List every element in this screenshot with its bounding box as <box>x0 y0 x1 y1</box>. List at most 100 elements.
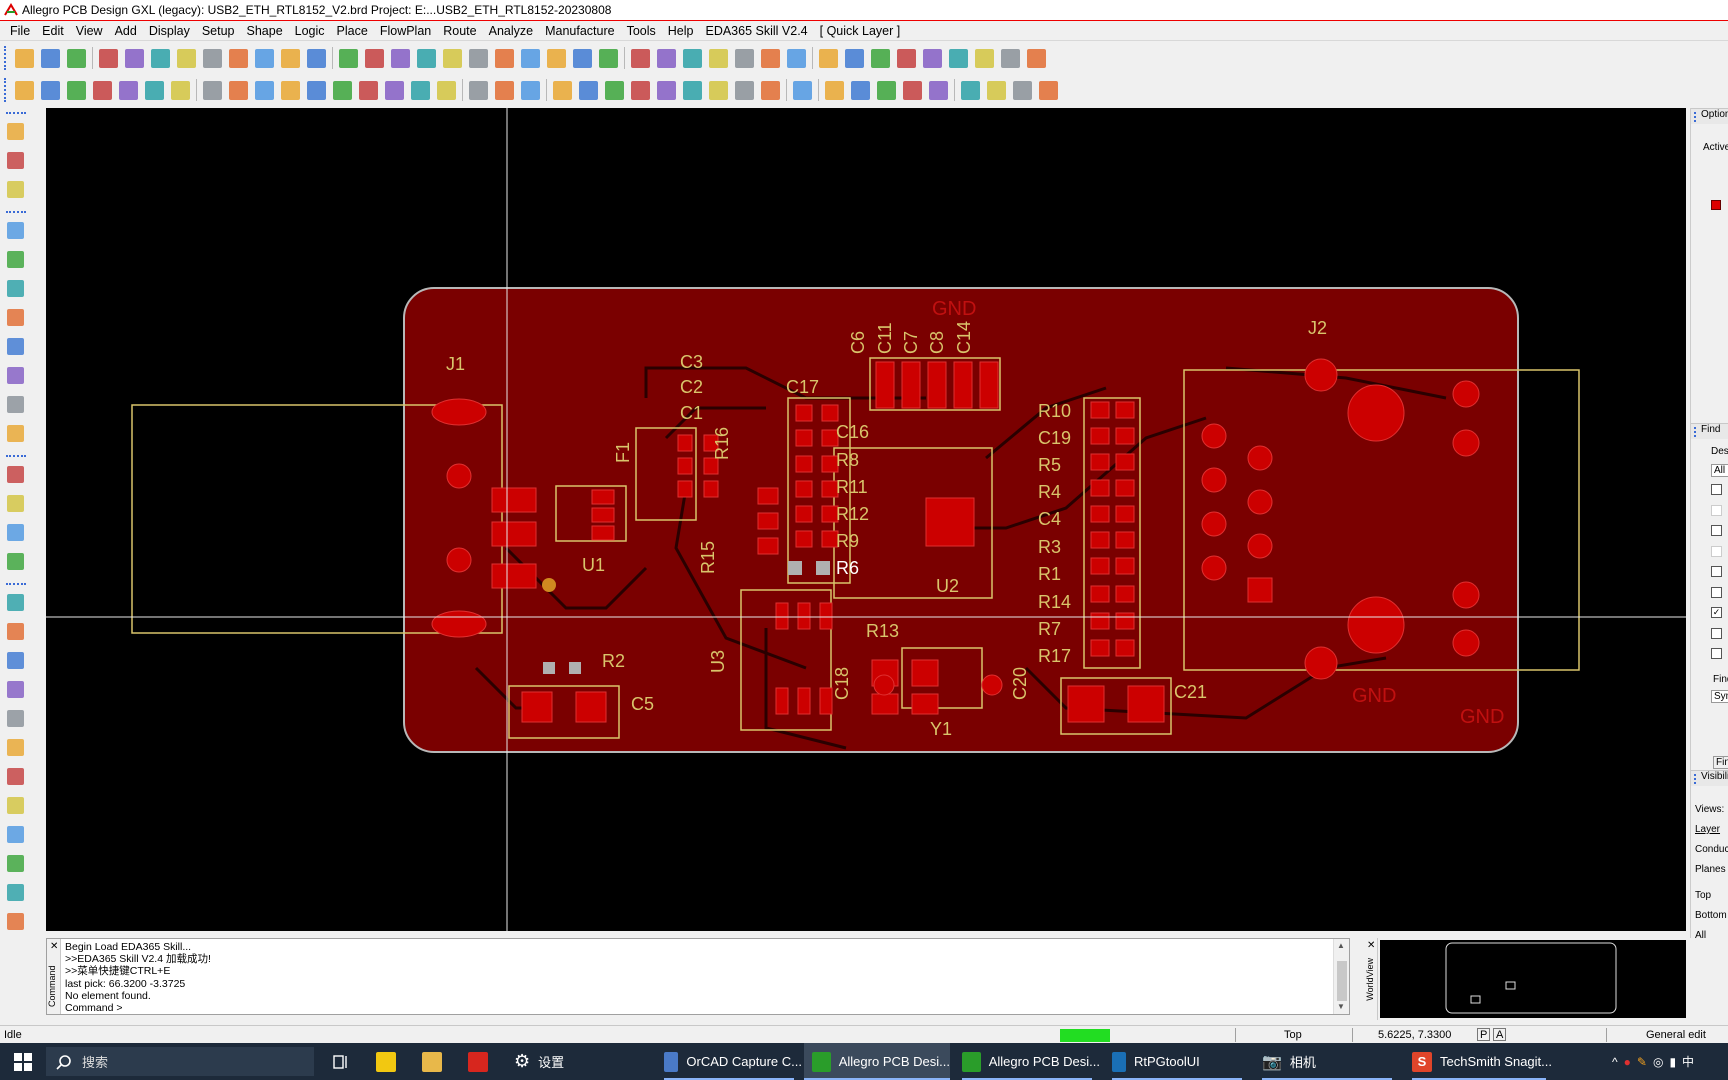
refdes-c4[interactable]: C4 <box>1038 509 1061 529</box>
worldview-map[interactable] <box>1380 940 1686 1018</box>
key-icon[interactable]: ✎ <box>1637 1055 1647 1069</box>
layer-sel-button[interactable] <box>167 77 193 103</box>
stack-button[interactable] <box>433 77 459 103</box>
find-checkbox-6[interactable] <box>1711 587 1722 598</box>
layer-sel-button[interactable] <box>11 77 37 103</box>
route4-button[interactable] <box>4 306 26 328</box>
menu-item-place[interactable]: Place <box>331 24 374 38</box>
zoom-world-button[interactable] <box>491 45 517 71</box>
zoom-in-button[interactable] <box>413 45 439 71</box>
net8-button[interactable] <box>4 794 26 816</box>
refdes-r7[interactable]: R7 <box>1038 619 1061 639</box>
sun-button[interactable] <box>919 45 945 71</box>
route7-button[interactable] <box>4 393 26 415</box>
refdes-r11[interactable]: R11 <box>836 477 868 497</box>
refdes-r6[interactable]: R6 <box>836 558 859 578</box>
find-checkbox-3[interactable] <box>1711 525 1722 536</box>
microphone-icon[interactable]: ▮ <box>1669 1055 1676 1069</box>
doc3-button[interactable] <box>873 77 899 103</box>
refdes-c16[interactable]: C16 <box>836 422 869 442</box>
net11-button[interactable] <box>4 881 26 903</box>
show-button[interactable] <box>783 45 809 71</box>
shape-edit-button[interactable] <box>303 77 329 103</box>
rect-button[interactable] <box>4 492 26 514</box>
number-button[interactable] <box>867 45 893 71</box>
refdes-c7[interactable]: C7 <box>901 331 921 354</box>
net4-button[interactable] <box>4 678 26 700</box>
zoom-fit-button[interactable] <box>387 45 413 71</box>
refdes-j2[interactable]: J2 <box>1308 318 1327 338</box>
layer-sel-button[interactable] <box>115 77 141 103</box>
sym-button[interactable] <box>4 178 26 200</box>
book-button[interactable] <box>575 77 601 103</box>
refdes-r9[interactable]: R9 <box>836 531 859 551</box>
move-button[interactable] <box>95 45 121 71</box>
menu-item-tools[interactable]: Tools <box>621 24 662 38</box>
down-button[interactable] <box>251 45 277 71</box>
color-button[interactable] <box>653 45 679 71</box>
menu-item-quick-layer[interactable]: [ Quick Layer ] <box>814 24 907 38</box>
swap-button[interactable] <box>653 77 679 103</box>
refdes-c5[interactable]: C5 <box>631 694 654 714</box>
undo-button[interactable] <box>173 45 199 71</box>
find-button[interactable]: Find <box>1713 756 1728 769</box>
route8-button[interactable] <box>4 422 26 444</box>
delete-button[interactable] <box>147 45 173 71</box>
taskbar-item-allegro-1[interactable]: Allegro PCB Desi... <box>804 1043 950 1080</box>
refdes-gnd[interactable]: GND <box>1352 685 1396 707</box>
close-icon[interactable]: ✕ <box>1367 940 1375 951</box>
window2-button[interactable] <box>983 77 1009 103</box>
text-add-button[interactable] <box>4 521 26 543</box>
refdes-u1[interactable]: U1 <box>582 555 605 575</box>
layer-button[interactable] <box>705 45 731 71</box>
menu-item-route[interactable]: Route <box>437 24 482 38</box>
command-scrollbar[interactable]: ▲ ▼ <box>1333 939 1349 1014</box>
find-all-button[interactable]: All <box>1711 464 1728 477</box>
flag-button[interactable] <box>679 77 705 103</box>
net12-button[interactable] <box>4 910 26 932</box>
refdes-c18[interactable]: C18 <box>832 667 852 700</box>
circle-button[interactable] <box>251 77 277 103</box>
net9-button[interactable] <box>4 823 26 845</box>
menu-item-edit[interactable]: Edit <box>36 24 70 38</box>
menu-item-add[interactable]: Add <box>109 24 143 38</box>
text-button[interactable] <box>549 77 575 103</box>
route6-button[interactable] <box>4 364 26 386</box>
start-button[interactable] <box>0 1043 46 1080</box>
layer-sel-button[interactable] <box>141 77 167 103</box>
menu-item-help[interactable]: Help <box>662 24 700 38</box>
refdes-r1[interactable]: R1 <box>1038 564 1061 584</box>
wave-button[interactable] <box>789 77 815 103</box>
antivirus-icon[interactable]: ● <box>1624 1055 1631 1069</box>
pcb-canvas[interactable]: J1 J2 C3 C2 C1 R16 F1 C17 C16 R8 R11 R12 R9 R6 R15 U1 U2… <box>46 108 1686 931</box>
refdes-r8[interactable]: R8 <box>836 450 859 470</box>
hourglass-button[interactable] <box>997 45 1023 71</box>
net-button[interactable] <box>4 591 26 613</box>
refdes-c21[interactable]: C21 <box>1174 682 1207 702</box>
net2-button[interactable] <box>4 620 26 642</box>
refdes-r5[interactable]: R5 <box>1038 455 1061 475</box>
shape-line-button[interactable] <box>199 77 225 103</box>
line-button[interactable] <box>4 463 26 485</box>
refdes-f1[interactable]: F1 <box>613 442 633 463</box>
merge-button[interactable] <box>407 77 433 103</box>
camera-button[interactable] <box>627 77 653 103</box>
menu-item-logic[interactable]: Logic <box>289 24 331 38</box>
new-button[interactable] <box>11 45 37 71</box>
layer-label[interactable]: Layer <box>1695 824 1720 835</box>
taskbar-item-allegro-2[interactable]: Allegro PCB Desi... <box>954 1043 1100 1080</box>
zoom-center-button[interactable] <box>517 45 543 71</box>
route5-button[interactable] <box>4 335 26 357</box>
window3-button[interactable] <box>1009 77 1035 103</box>
find-checkbox-9[interactable] <box>1711 648 1722 659</box>
window-button[interactable] <box>957 77 983 103</box>
redo-button[interactable] <box>225 45 251 71</box>
refdes-r4[interactable]: R4 <box>1038 482 1061 502</box>
menu-item-setup[interactable]: Setup <box>196 24 241 38</box>
refdes-c14[interactable]: C14 <box>954 321 974 354</box>
refdes-r15[interactable]: R15 <box>698 541 718 574</box>
net5-button[interactable] <box>4 707 26 729</box>
zoom-prev-button[interactable] <box>465 45 491 71</box>
menu-item-shape[interactable]: Shape <box>241 24 289 38</box>
find-checkbox-5[interactable] <box>1711 566 1722 577</box>
